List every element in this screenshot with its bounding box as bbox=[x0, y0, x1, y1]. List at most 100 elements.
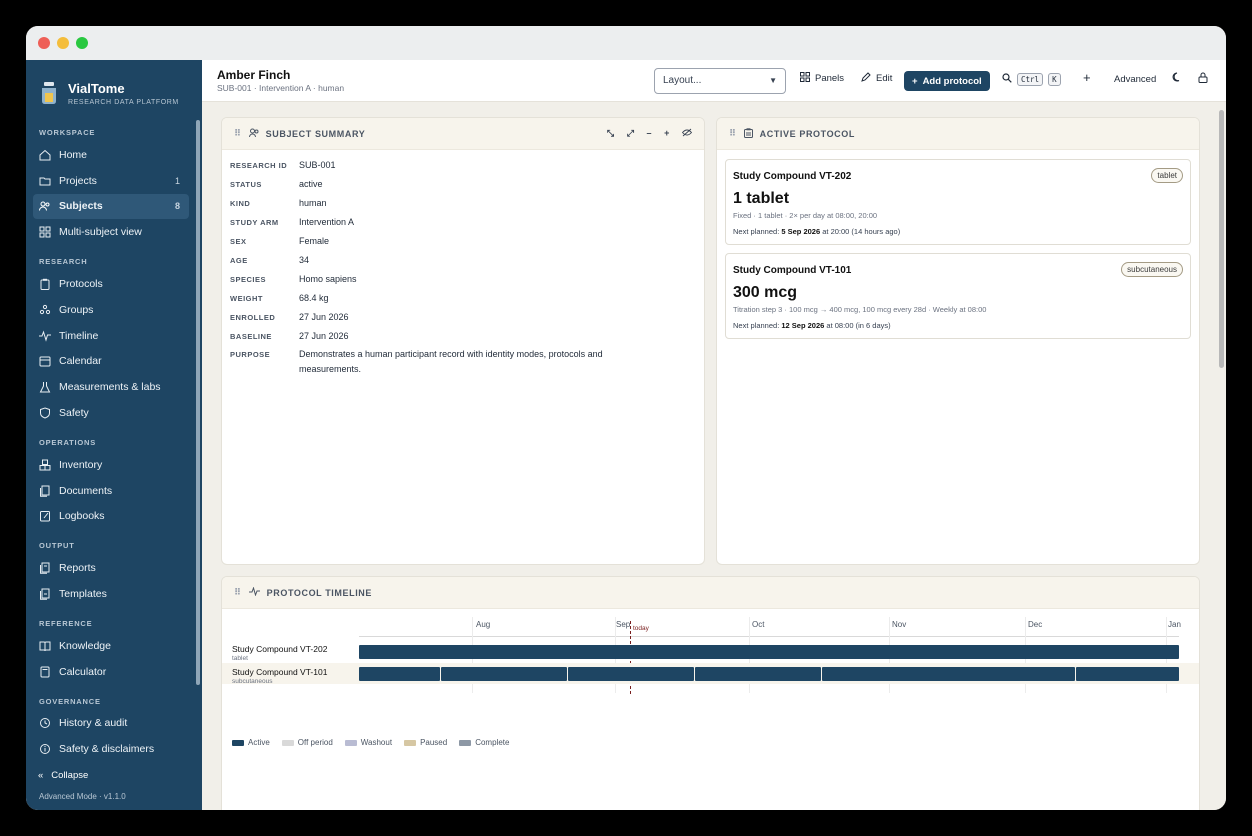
increase-size-icon[interactable]: + bbox=[664, 128, 670, 139]
content-scrollbar[interactable] bbox=[1219, 110, 1224, 368]
month-label: Oct bbox=[752, 620, 765, 629]
legend-swatch bbox=[344, 739, 357, 746]
search-button[interactable]: Ctrl K bbox=[1002, 73, 1061, 86]
users-icon bbox=[248, 128, 259, 140]
sidebar-item-documents[interactable]: Documents bbox=[33, 478, 189, 504]
timeline-bar-active[interactable] bbox=[568, 667, 694, 681]
sidebar-item-label: Protocols bbox=[59, 278, 103, 291]
legend-label: Off period bbox=[297, 738, 333, 747]
drag-handle-icon[interactable]: ⠿ bbox=[234, 128, 242, 139]
expand-icon[interactable]: ⤢ bbox=[627, 128, 635, 139]
protocol-item[interactable]: Study Compound VT-101 subcutaneous 300 m… bbox=[725, 253, 1191, 339]
sidebar-item-multi-subject-view[interactable]: Multi-subject view bbox=[33, 219, 189, 245]
field-key: WEIGHT bbox=[230, 294, 263, 303]
sidebar-item-logbooks[interactable]: Logbooks bbox=[33, 504, 189, 530]
double-chevron-left-icon: « bbox=[38, 770, 44, 781]
sidebar-item-knowledge[interactable]: Knowledge bbox=[33, 633, 189, 659]
groups-icon bbox=[39, 304, 51, 316]
panels-button[interactable]: Panels bbox=[800, 72, 844, 85]
add-protocol-label: Add protocol bbox=[922, 75, 982, 87]
brand[interactable]: VialTome RESEARCH DATA PLATFORM bbox=[26, 60, 202, 114]
timeline-bar-active[interactable] bbox=[822, 667, 1075, 681]
timeline-body: Aug Sep Oct Nov Dec Jan today Study Comp… bbox=[222, 609, 1199, 809]
sidebar-item-reports[interactable]: Reports bbox=[33, 555, 189, 581]
protocol-next-planned: Next planned: 12 Sep 2026 at 08:00 (in 6… bbox=[733, 321, 891, 330]
layout-select[interactable]: Layout... ▼ bbox=[654, 68, 786, 94]
sidebar-item-label: Timeline bbox=[59, 329, 99, 342]
protocol-next-planned: Next planned: 5 Sep 2026 at 20:00 (14 ho… bbox=[733, 227, 900, 236]
sidebar-nav: WORKSPACE Home Projects 1 Subjects 8 Multi-sub… bbox=[26, 124, 196, 770]
field-key: RESEARCH ID bbox=[230, 161, 288, 170]
decrease-size-icon[interactable]: – bbox=[647, 128, 653, 139]
sidebar-item-measurements-labs[interactable]: Measurements & labs bbox=[33, 374, 189, 400]
timeline-bar-active[interactable] bbox=[441, 667, 567, 681]
drag-handle-icon[interactable]: ⠿ bbox=[234, 587, 242, 598]
timeline-row-route: subcutaneous bbox=[232, 678, 273, 685]
shrink-icon[interactable]: ⤡ bbox=[607, 128, 615, 139]
sidebar-item-calendar[interactable]: Calendar bbox=[33, 349, 189, 375]
sidebar-item-safety-disclaimers[interactable]: Safety & disclaimers bbox=[33, 736, 189, 762]
sidebar-item-templates[interactable]: Templates bbox=[33, 581, 189, 607]
sidebar-item-groups[interactable]: Groups bbox=[33, 297, 189, 323]
active-protocol-card: ⠿ ACTIVE PROTOCOL Study Compound VT-202 … bbox=[716, 117, 1200, 565]
maximize-window-button[interactable] bbox=[76, 37, 88, 49]
sidebar-item-label: Documents bbox=[59, 484, 113, 497]
add-button[interactable]: + bbox=[1083, 70, 1091, 85]
field-key: STATUS bbox=[230, 180, 262, 189]
timeline-bar-active[interactable] bbox=[359, 667, 440, 681]
sidebar-item-inventory[interactable]: Inventory bbox=[33, 452, 189, 478]
clipboard-icon bbox=[743, 127, 753, 140]
legend-item: Active bbox=[232, 738, 270, 747]
timeline-bar-active[interactable] bbox=[359, 645, 1179, 659]
field-value: active bbox=[299, 179, 323, 189]
home-icon bbox=[39, 149, 51, 161]
hide-panel-icon[interactable] bbox=[681, 128, 693, 139]
drag-handle-icon[interactable]: ⠿ bbox=[729, 128, 737, 139]
edit-label: Edit bbox=[876, 73, 893, 84]
section-label: OPERATIONS bbox=[39, 437, 97, 447]
field-key: PURPOSE bbox=[230, 350, 271, 359]
subject-name: Amber Finch bbox=[217, 68, 291, 82]
add-protocol-button[interactable]: + Add protocol bbox=[904, 71, 990, 91]
legend-swatch bbox=[281, 739, 294, 746]
sidebar-item-count: 1 bbox=[174, 175, 180, 186]
sidebar-item-count: 8 bbox=[174, 201, 180, 212]
field-value: SUB-001 bbox=[299, 160, 336, 170]
timeline-bar-active[interactable] bbox=[695, 667, 821, 681]
sidebar-item-calculator[interactable]: Calculator bbox=[33, 659, 189, 685]
route-badge: tablet bbox=[1151, 168, 1183, 183]
edit-button[interactable]: Edit bbox=[861, 72, 892, 85]
collapse-button[interactable]: « Collapse bbox=[38, 770, 88, 781]
close-window-button[interactable] bbox=[38, 37, 50, 49]
sidebar-item-timeline[interactable]: Timeline bbox=[33, 323, 189, 349]
lock-button[interactable] bbox=[1198, 72, 1208, 86]
active-protocol-header: ⠿ ACTIVE PROTOCOL bbox=[717, 118, 1199, 150]
sidebar-item-home[interactable]: Home bbox=[33, 142, 189, 168]
sidebar-item-label: Templates bbox=[59, 588, 107, 601]
panels-label: Panels bbox=[815, 73, 845, 84]
plus-icon: + bbox=[912, 75, 918, 87]
month-label: Dec bbox=[1028, 620, 1043, 629]
legend-swatch bbox=[459, 739, 472, 746]
protocol-item[interactable]: Study Compound VT-202 tablet 1 tablet Fi… bbox=[725, 159, 1191, 245]
active-protocol-title: ACTIVE PROTOCOL bbox=[759, 128, 855, 139]
sidebar-scrollbar[interactable] bbox=[196, 120, 200, 685]
top-bar: Amber Finch SUB-001 · Intervention A · h… bbox=[202, 60, 1226, 102]
sidebar-item-projects[interactable]: Projects 1 bbox=[33, 168, 189, 194]
sidebar-item-protocols[interactable]: Protocols bbox=[33, 271, 189, 297]
subject-summary-card: ⠿ SUBJECT SUMMARY ⤡ ⤢ – + RESEARCH ID SU… bbox=[221, 117, 705, 565]
sidebar-item-history-audit[interactable]: History & audit bbox=[33, 711, 189, 737]
next-planned-prefix: Next planned: bbox=[733, 227, 782, 236]
sidebar-item-safety[interactable]: Safety bbox=[33, 400, 189, 426]
timeline-bar-active[interactable] bbox=[1076, 667, 1179, 681]
theme-toggle-button[interactable] bbox=[1172, 72, 1182, 85]
moon-icon bbox=[1172, 72, 1182, 85]
month-label: Aug bbox=[476, 620, 491, 629]
sidebar-item-subjects[interactable]: Subjects 8 bbox=[33, 193, 189, 220]
timeline-row-name: Study Compound VT-202 bbox=[232, 644, 328, 654]
advanced-mode-button[interactable]: Advanced bbox=[1114, 74, 1156, 85]
minimize-window-button[interactable] bbox=[57, 37, 69, 49]
